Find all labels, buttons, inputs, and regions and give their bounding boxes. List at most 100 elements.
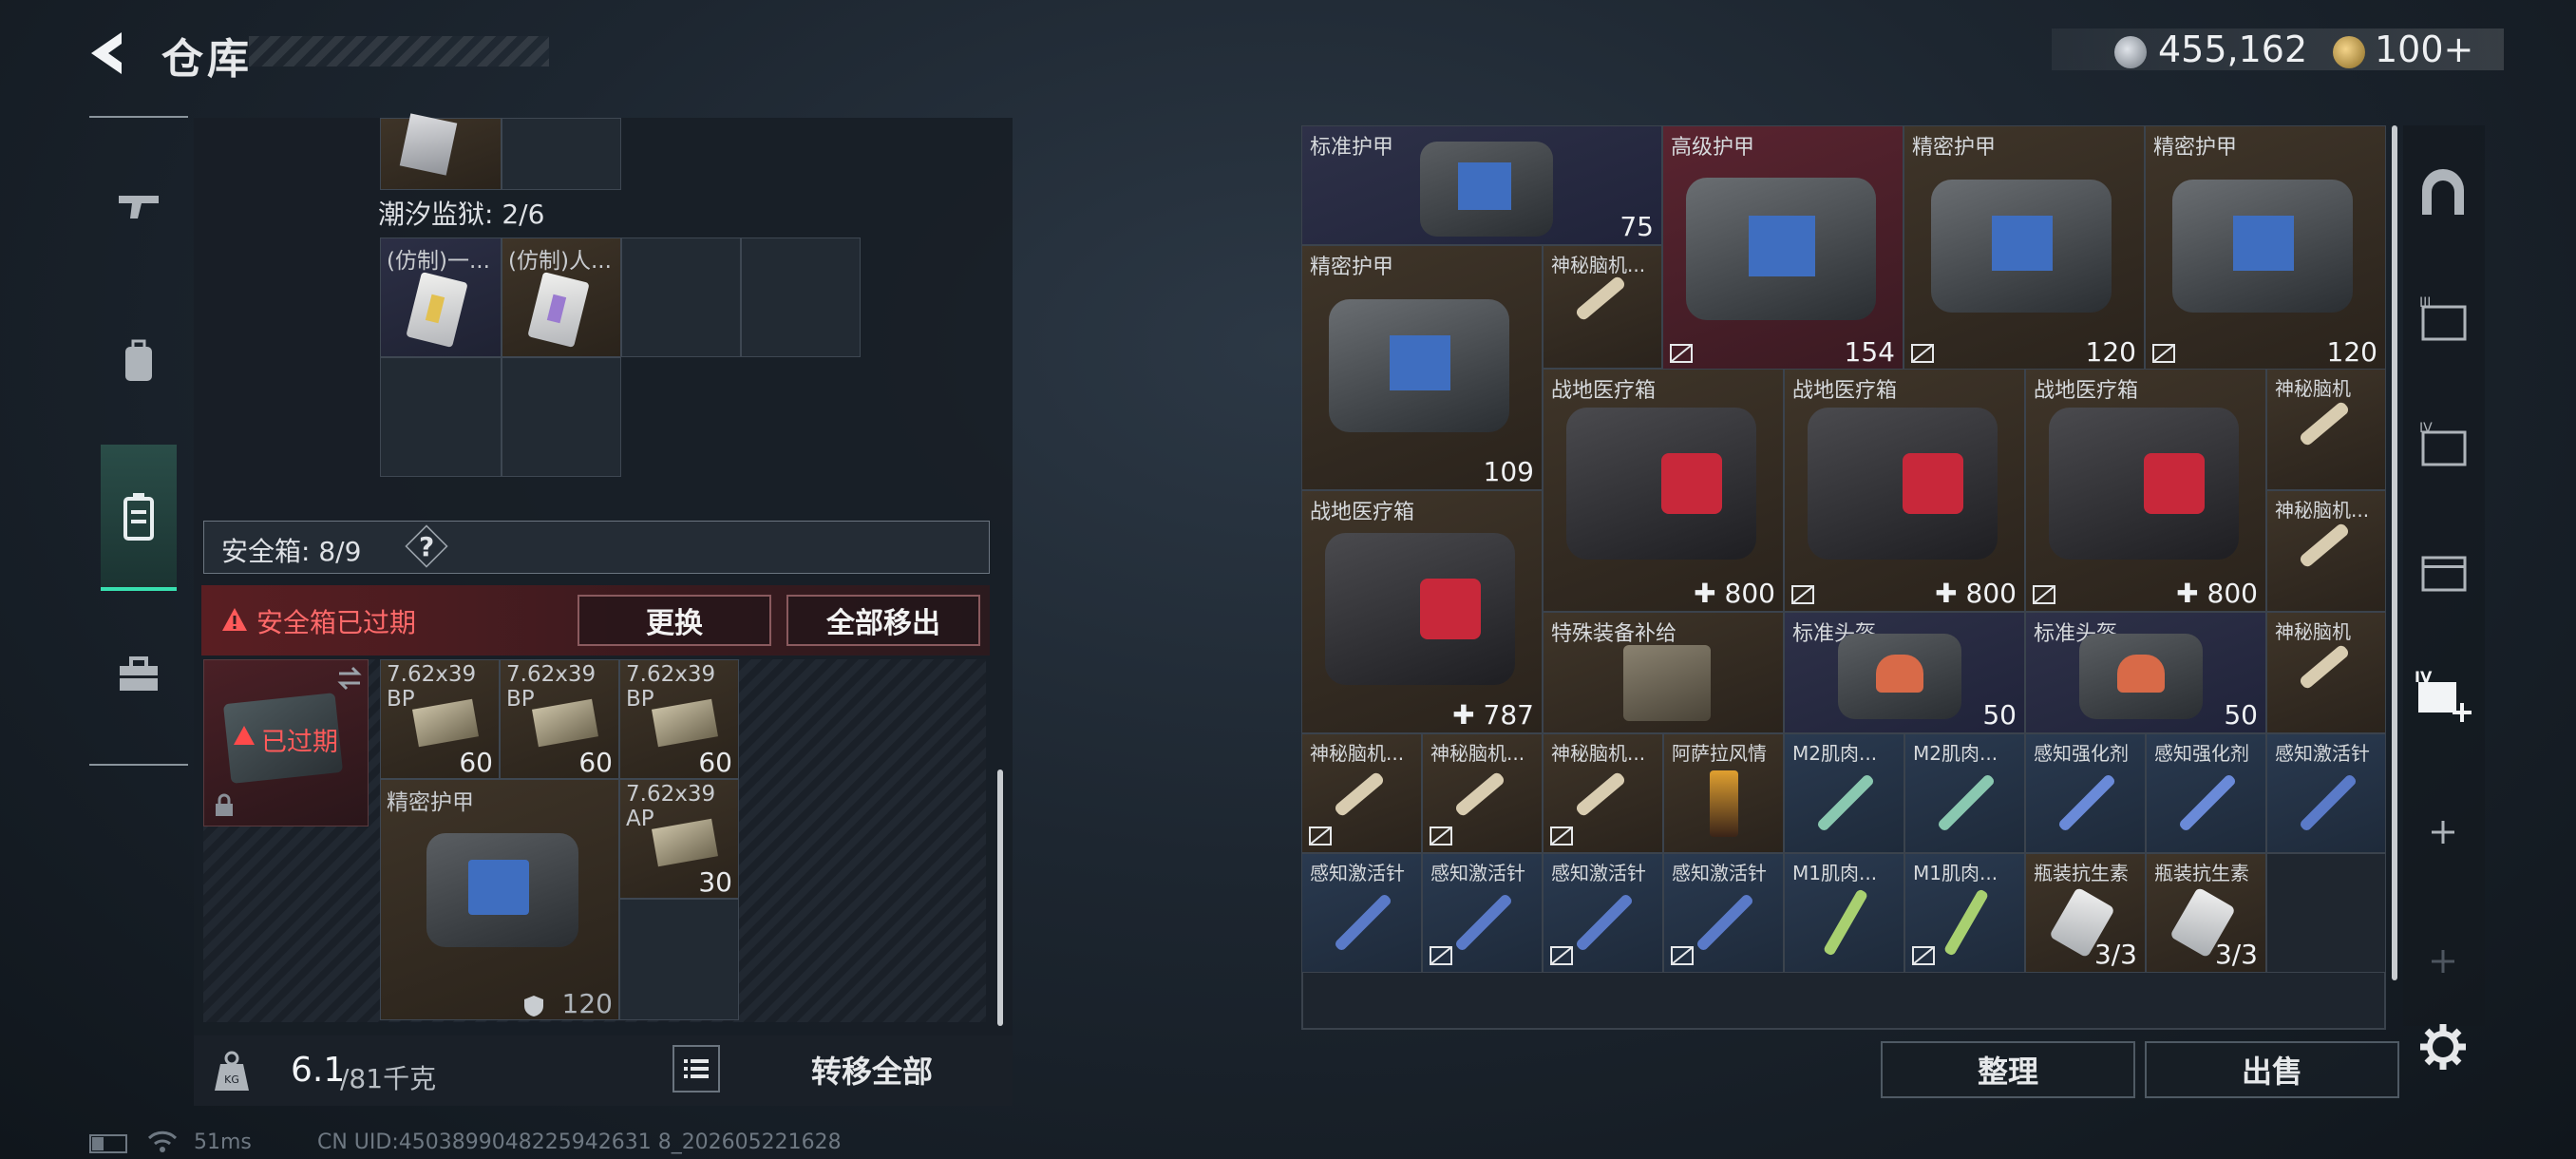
warehouse-item[interactable]: 神秘脑机 [2266, 612, 2386, 733]
item-uses: 3/3 [2214, 939, 2258, 970]
warehouse-item[interactable]: 感知激活针 [2266, 733, 2386, 853]
warehouse-item[interactable]: 阿萨拉风情 [1663, 733, 1784, 853]
empty-slot [2266, 853, 2386, 973]
lock-icon [216, 793, 233, 816]
back-button[interactable] [84, 27, 141, 80]
warehouse-item[interactable]: 精密护甲 120 [2145, 125, 2386, 370]
wifi-icon [147, 1130, 178, 1152]
svg-text:KG: KG [224, 1074, 239, 1086]
warehouse-item[interactable]: 战地医疗箱 ✚ 800 [1543, 369, 1784, 612]
add-tab-button[interactable] [2413, 802, 2473, 863]
remove-all-button[interactable]: 全部移出 [786, 595, 980, 646]
item-hp-value: 800 [2207, 578, 2258, 609]
empty-slot [380, 357, 502, 477]
warehouse-item[interactable]: 神秘脑机... [2266, 490, 2386, 612]
no-trade-icon [2152, 344, 2175, 363]
helmet-detail [2117, 655, 2165, 693]
battery-level [92, 1137, 104, 1150]
replace-button[interactable]: 更换 [578, 595, 771, 646]
tab-equipment[interactable] [101, 323, 177, 399]
item-quantity: 60 [578, 747, 613, 778]
warehouse-item[interactable]: M1肌肉... [1784, 853, 1904, 973]
item-durability: 75 [1619, 211, 1654, 242]
tab-toolbox[interactable] [101, 636, 177, 712]
armor-item[interactable]: 精密护甲 120 [380, 779, 619, 1020]
item-name: 精密护甲 [1912, 136, 1997, 160]
prison-item-slot[interactable]: (仿制)人... [502, 238, 621, 357]
warehouse-item[interactable]: 感知强化剂 [2146, 733, 2266, 853]
item-hp: ✚ 800 [1935, 578, 2017, 609]
warehouse-item[interactable]: 感知激活针 [1301, 853, 1422, 973]
svg-text:IV: IV [2419, 421, 2433, 436]
warehouse-item[interactable]: 神秘脑机... [1543, 733, 1663, 853]
item-durability: 50 [1982, 699, 2017, 731]
sort-button[interactable]: 整理 [1881, 1041, 2135, 1098]
warehouse-item[interactable]: 高级护甲 154 [1662, 125, 1904, 370]
warehouse-item[interactable]: 瓶装抗生素 3/3 [2146, 853, 2266, 973]
list-view-button[interactable] [672, 1045, 720, 1092]
no-trade-icon [1430, 946, 1452, 965]
ammo-item[interactable]: 7.62x39 BP 60 [380, 659, 500, 779]
medkit-cross-panel [1420, 579, 1481, 639]
warehouse-item[interactable]: M1肌肉... [1904, 853, 2025, 973]
sell-button[interactable]: 出售 [2145, 1041, 2399, 1098]
safe-box-icon [123, 493, 154, 541]
warehouse-item[interactable]: 战地医疗箱 ✚ 787 [1301, 490, 1543, 733]
warehouse-tab-case-4[interactable]: IV [2413, 414, 2473, 475]
warehouse-item[interactable]: 标准头盔 50 [1784, 612, 2025, 733]
injector-image [1453, 892, 1514, 953]
ammo-item[interactable]: 7.62x39 BP 60 [619, 659, 739, 779]
warehouse-item[interactable]: M2肌肉... [1784, 733, 1904, 853]
item-durability: 50 [2224, 699, 2258, 731]
tab-weapons[interactable] [101, 167, 177, 243]
ammo-item[interactable]: 7.62x39 BP 60 [500, 659, 619, 779]
tab-safe-box[interactable] [101, 479, 177, 555]
warehouse-tab-case[interactable] [2413, 540, 2473, 600]
warehouse-item[interactable]: 感知激活针 [1663, 853, 1784, 973]
warehouse-item[interactable]: 神秘脑机 [2266, 369, 2386, 490]
item-name: 标准护甲 [1310, 136, 1394, 160]
item-name: 阿萨拉风情 [1672, 742, 1767, 765]
settings-button[interactable] [2413, 1016, 2473, 1077]
warehouse-item[interactable]: 神秘脑机... [1301, 733, 1422, 853]
brain-chip-image [1453, 770, 1506, 818]
empty-slot [502, 357, 621, 477]
item-quantity: 60 [459, 747, 493, 778]
warehouse-tab-case-3[interactable]: III [2413, 289, 2473, 350]
prison-item-slot[interactable]: (仿制)一... [380, 238, 502, 357]
warehouse-item[interactable]: 特殊装备补给 [1543, 612, 1784, 733]
safe-box-slot[interactable]: 已过期 [203, 659, 369, 826]
injector-image [2298, 772, 2358, 833]
warehouse-tab-main[interactable] [2413, 163, 2473, 224]
warehouse-item[interactable]: M2肌肉... [1904, 733, 2025, 853]
silver-coin-icon [2114, 36, 2147, 68]
warehouse-item[interactable]: 战地医疗箱 ✚ 800 [1784, 369, 2025, 612]
toolbox-icon [120, 656, 158, 691]
warehouse-item[interactable]: 感知强化剂 [2025, 733, 2146, 853]
warehouse-item[interactable]: 神秘脑机... [1543, 245, 1662, 369]
ammo-item[interactable]: 7.62x39 AP 30 [619, 779, 739, 899]
warning-icon [222, 608, 247, 631]
warehouse-item[interactable]: 标准护甲 75 [1301, 125, 1662, 245]
warehouse-item[interactable]: 精密护甲 120 [1904, 125, 2145, 370]
warehouse-item[interactable]: 战地医疗箱 ✚ 800 [2025, 369, 2266, 612]
add-tab-button[interactable] [2413, 931, 2473, 992]
transfer-all-button[interactable]: 转移全部 [739, 1043, 1005, 1096]
item-durability: 109 [1483, 456, 1534, 487]
warehouse-tab-add-case-4[interactable]: IV [2413, 667, 2473, 728]
item-name: 战地医疗箱 [1551, 379, 1657, 403]
plus-icon [2432, 821, 2454, 844]
item-name: 神秘脑机... [1551, 742, 1646, 765]
warehouse-item[interactable]: 标准头盔 50 [2025, 612, 2266, 733]
warehouse-item[interactable]: 瓶装抗生素 3/3 [2025, 853, 2146, 973]
scrollbar[interactable] [997, 770, 1003, 1026]
item-name: 瓶装抗生素 [2034, 862, 2129, 884]
warehouse-item[interactable]: 感知激活针 [1422, 853, 1543, 973]
warehouse-item[interactable]: 神秘脑机... [1422, 733, 1543, 853]
help-icon[interactable]: ? [419, 531, 434, 562]
item-name: 战地医疗箱 [1792, 379, 1898, 403]
item-name: (仿制)人... [508, 249, 612, 274]
warehouse-item[interactable]: 感知激活针 [1543, 853, 1663, 973]
scrollbar[interactable] [2392, 125, 2397, 980]
warehouse-item[interactable]: 精密护甲 109 [1301, 245, 1543, 490]
